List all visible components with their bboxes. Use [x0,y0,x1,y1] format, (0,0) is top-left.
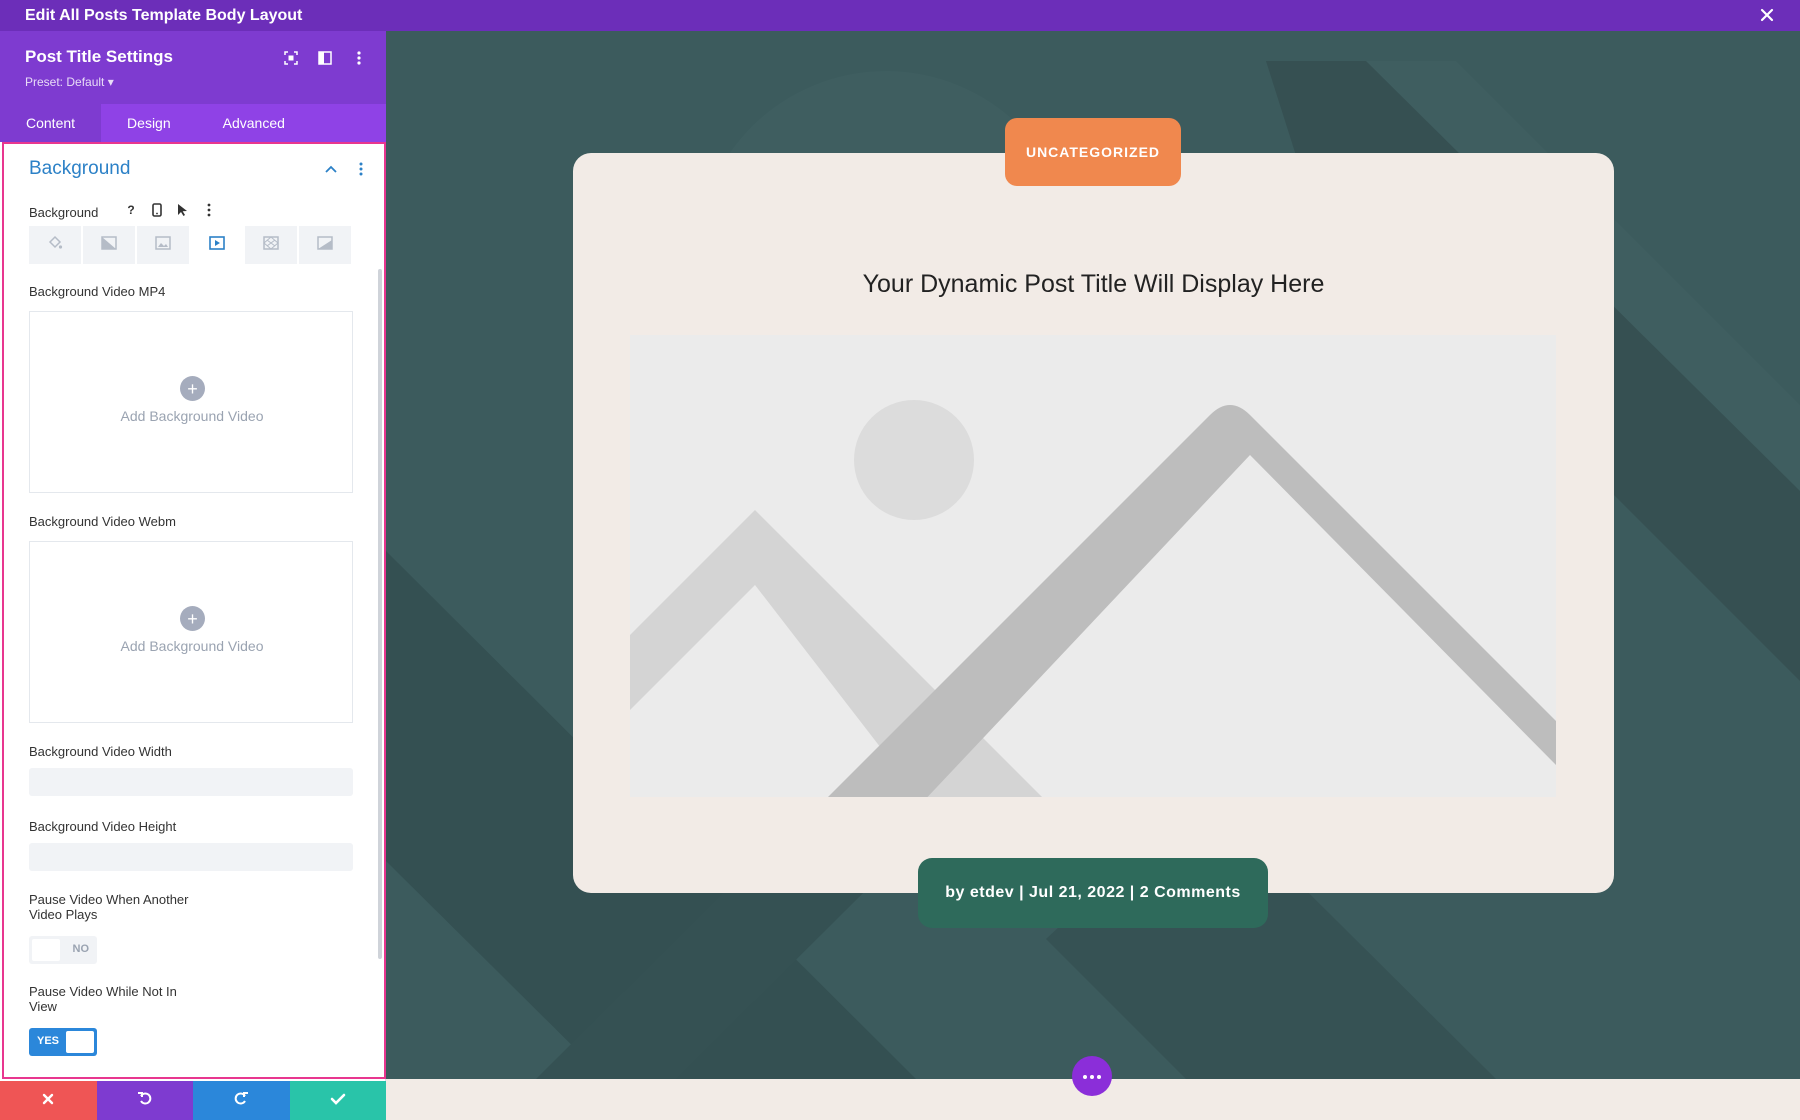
background-type-tabs [29,226,353,264]
tab-advanced[interactable]: Advanced [197,104,311,142]
category-badge[interactable]: UNCATEGORIZED [1005,118,1181,186]
panel-actions [0,1081,386,1120]
help-icon[interactable]: ? [122,201,140,219]
field-more-icon[interactable] [200,201,218,219]
discard-button[interactable] [0,1081,97,1120]
toggle-state: YES [37,1035,60,1047]
featured-image-placeholder [630,335,1556,797]
hover-cursor-icon[interactable] [174,201,192,219]
pause-other-label: Pause Video When Another Video Plays [29,892,189,922]
panel-header: Post Title Settings Preset: Default ▾ [0,31,386,104]
video-webm-upload[interactable]: + Add Background Video [29,541,353,723]
pause-view-label-line1: Pause Video While Not In [29,984,177,999]
more-horizontal-icon [1082,1067,1102,1085]
settings-panel: Post Title Settings Preset: Default ▾ Co… [0,31,386,1120]
bg-video-tab[interactable] [191,226,245,264]
pause-other-label-line1: Pause Video When Another [29,892,189,907]
video-width-input[interactable] [29,768,353,796]
bg-gradient-tab[interactable] [83,226,137,264]
section-title[interactable]: Background [29,158,130,180]
pattern-icon [263,235,279,255]
post-meta: by etdev | Jul 21, 2022 | 2 Comments [918,858,1268,928]
pause-other-label-line2: Video Plays [29,907,98,922]
post-title: Your Dynamic Post Title Will Display Her… [862,270,1325,298]
page-settings-button[interactable] [1072,1056,1112,1096]
section-more-icon[interactable] [352,160,370,178]
add-icon: + [180,606,205,631]
video-mp4-upload[interactable]: + Add Background Video [29,311,353,493]
video-icon [209,235,225,255]
image-icon [155,235,171,255]
save-button[interactable] [289,1081,386,1120]
background-section: Background Background ? Background Video… [2,142,386,1079]
close-icon[interactable] [1756,4,1778,26]
responsive-phone-icon[interactable] [148,201,166,219]
window-title-bar: Edit All Posts Template Body Layout [0,0,1800,31]
pause-view-label: Pause Video While Not In View [29,984,177,1014]
add-icon: + [180,376,205,401]
undo-icon [137,1090,153,1111]
video-mp4-label: Background Video MP4 [29,284,166,299]
toggle-state: NO [72,943,90,955]
more-options-icon[interactable] [350,49,368,67]
undo-button[interactable] [96,1081,193,1120]
preset-dropdown[interactable]: Preset: Default ▾ [25,75,114,89]
tab-design[interactable]: Design [101,104,197,142]
panel-scrollbar[interactable] [378,269,382,959]
pause-view-label-line2: View [29,999,57,1014]
image-placeholder-icon [630,400,1556,797]
bg-color-tab[interactable] [29,226,83,264]
toggle-knob [32,939,60,961]
video-width-label: Background Video Width [29,744,172,759]
redo-button[interactable] [193,1081,290,1120]
video-height-input[interactable] [29,843,353,871]
video-webm-label: Background Video Webm [29,514,176,529]
paint-bucket-icon [47,235,63,256]
panel-title: Post Title Settings [25,47,173,66]
gradient-icon [101,235,117,255]
upload-text: Add Background Video [120,408,264,424]
window-title: Edit All Posts Template Body Layout [25,6,303,24]
bg-mask-tab[interactable] [299,226,353,264]
pause-view-toggle[interactable]: YES [29,1028,97,1056]
toggle-knob [66,1031,94,1053]
bg-pattern-tab[interactable] [245,226,299,264]
bg-image-tab[interactable] [137,226,191,264]
settings-tabs: Content Design Advanced [0,104,386,142]
background-label: Background [29,205,99,220]
close-icon [42,1092,54,1110]
mask-icon [317,235,333,255]
video-height-label: Background Video Height [29,819,177,834]
check-icon [330,1092,346,1110]
fullscreen-icon[interactable] [282,49,300,67]
pause-other-toggle[interactable]: NO [29,936,97,964]
redo-icon [233,1090,249,1111]
tab-content[interactable]: Content [0,104,102,142]
chevron-up-icon[interactable] [322,160,340,178]
upload-text: Add Background Video [120,638,264,654]
split-view-icon[interactable] [316,49,334,67]
